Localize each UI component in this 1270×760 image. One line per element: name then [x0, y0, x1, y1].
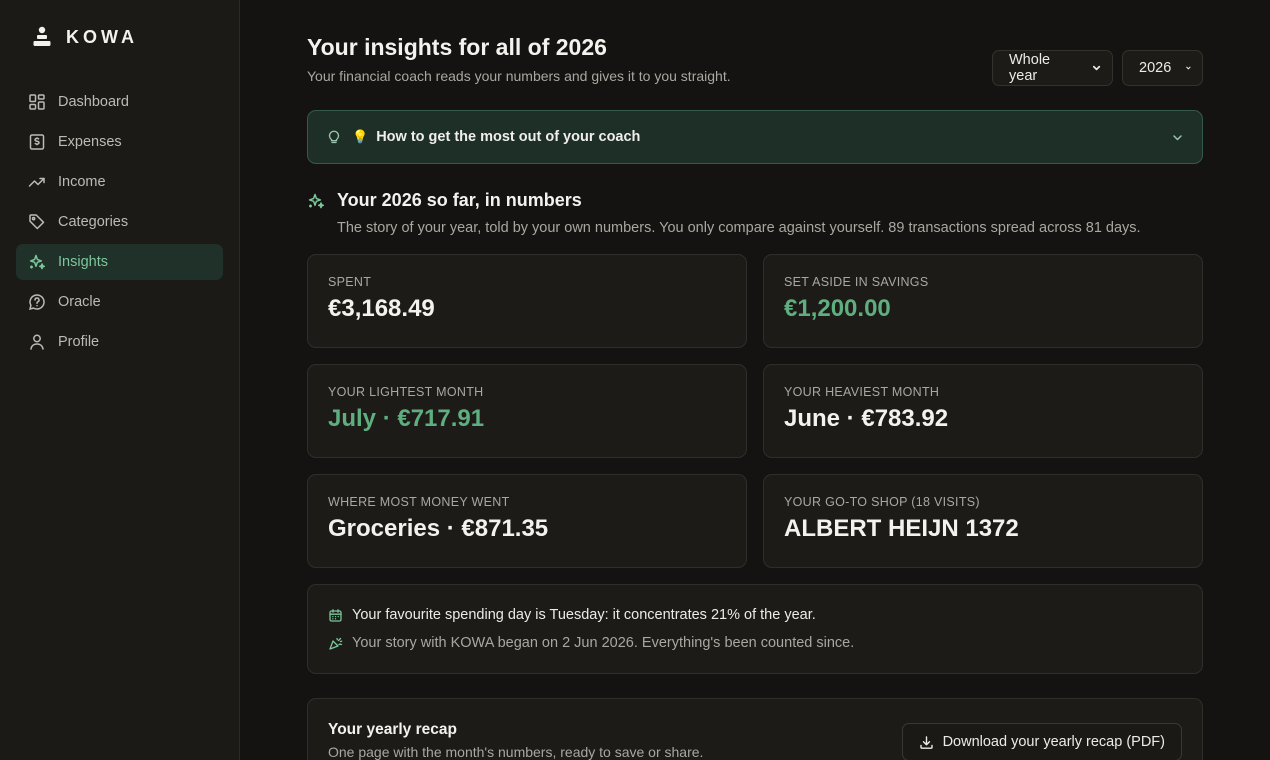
facts-card: Your favourite spending day is Tuesday: …	[307, 584, 1203, 674]
grid-icon	[29, 94, 45, 110]
sidebar-item-label: Categories	[58, 214, 129, 230]
year-select-value: 2026	[1139, 60, 1172, 76]
sparkles-icon	[308, 193, 325, 208]
sidebar-item-income[interactable]: Income	[16, 164, 223, 200]
page-subtitle: Your financial coach reads your numbers …	[307, 68, 731, 84]
stat-label: Set aside in savings	[784, 275, 929, 289]
receipt-dollar-icon	[29, 134, 45, 150]
stat-label: Your go-to shop (18 visits)	[784, 495, 980, 509]
chevron-down-icon	[1092, 65, 1101, 71]
stat-card-lightest-month: Your lightest month July · €717.91	[307, 364, 747, 458]
lightbulb-icon	[328, 130, 340, 144]
stat-value: ALBERT HEIJN 1372	[784, 515, 1019, 542]
stat-value: Groceries · €871.35	[328, 515, 549, 542]
stat-label: Where most money went	[328, 495, 510, 509]
period-select[interactable]: Whole year	[992, 50, 1113, 86]
logo-icon	[33, 26, 51, 46]
stat-card-top-shop: Your go-to shop (18 visits) ALBERT HEIJN…	[763, 474, 1203, 568]
sidebar-item-label: Expenses	[58, 134, 122, 150]
coach-tips-accordion[interactable]: 💡 How to get the most out of your coach	[307, 110, 1203, 164]
sidebar-item-dashboard[interactable]: Dashboard	[16, 84, 223, 120]
fact-story-start: Your story with KOWA began on 2 Jun 2026…	[328, 633, 1182, 653]
stat-card-spent: Spent €3,168.49	[307, 254, 747, 348]
yearly-recap-card: Your yearly recap One page with the mont…	[307, 698, 1203, 760]
page-title: Your insights for all of 2026	[307, 34, 607, 60]
stat-value: €3,168.49	[328, 295, 435, 322]
stat-label: Your heaviest month	[784, 385, 940, 399]
tag-icon	[29, 214, 45, 230]
chevron-down-icon	[1186, 66, 1191, 70]
stat-label: Spent	[328, 275, 372, 289]
stat-card-savings: Set aside in savings €1,200.00	[763, 254, 1203, 348]
user-icon	[30, 334, 44, 350]
download-recap-button[interactable]: Download your yearly recap (PDF)	[901, 723, 1182, 760]
period-filters: Whole year 2026	[992, 50, 1203, 86]
year-select[interactable]: 2026	[1122, 50, 1203, 86]
chevron-down-icon	[1173, 135, 1182, 141]
section-subtitle: The story of your year, told by your own…	[337, 220, 1141, 236]
stat-label: Your lightest month	[328, 385, 484, 399]
brand-logo[interactable]: KOWA	[32, 26, 138, 48]
sidebar-item-categories[interactable]: Categories	[16, 204, 223, 240]
sidebar-item-profile[interactable]: Profile	[16, 324, 223, 360]
download-icon	[919, 735, 933, 749]
stat-card-heaviest-month: Your heaviest month June · €783.92	[763, 364, 1203, 458]
trending-up-icon	[28, 177, 45, 187]
help-circle-icon	[28, 294, 45, 311]
fact-text: Your story with KOWA began on 2 Jun 2026…	[352, 635, 855, 651]
sidebar-item-label: Income	[58, 174, 106, 190]
numbers-section-header: Your 2026 so far, in numbers	[307, 190, 582, 211]
sidebar-item-insights[interactable]: Insights	[16, 244, 223, 280]
party-popper-icon	[329, 637, 343, 650]
sidebar-item-expenses[interactable]: Expenses	[16, 124, 223, 160]
stat-value: July · €717.91	[328, 405, 485, 432]
sidebar-item-label: Profile	[58, 334, 100, 350]
section-title: Your 2026 so far, in numbers	[337, 190, 582, 210]
sidebar-nav: Dashboard Expenses Income Categories Ins…	[16, 84, 223, 364]
period-select-value: Whole year	[1009, 52, 1051, 84]
sidebar: KOWA Dashboard Expenses Income Categorie…	[0, 0, 240, 760]
sidebar-item-label: Dashboard	[58, 94, 129, 110]
fact-spending-day: Your favourite spending day is Tuesday: …	[328, 605, 1182, 625]
stat-value: €1,200.00	[784, 295, 891, 322]
sidebar-item-label: Insights	[58, 254, 108, 270]
fact-text: Your favourite spending day is Tuesday: …	[352, 607, 816, 623]
download-recap-label: Download your yearly recap (PDF)	[942, 734, 1165, 750]
stat-card-top-category: Where most money went Groceries · €871.3…	[307, 474, 747, 568]
sidebar-item-oracle[interactable]: Oracle	[16, 284, 223, 320]
stat-value: June · €783.92	[784, 405, 949, 432]
sidebar-item-label: Oracle	[58, 294, 101, 310]
calendar-icon	[329, 608, 342, 622]
sparkles-icon	[29, 254, 46, 270]
brand-name: KOWA	[66, 26, 138, 47]
coach-tips-label: How to get the most out of your coach	[376, 129, 641, 145]
lightbulb-emoji: 💡	[352, 129, 369, 144]
